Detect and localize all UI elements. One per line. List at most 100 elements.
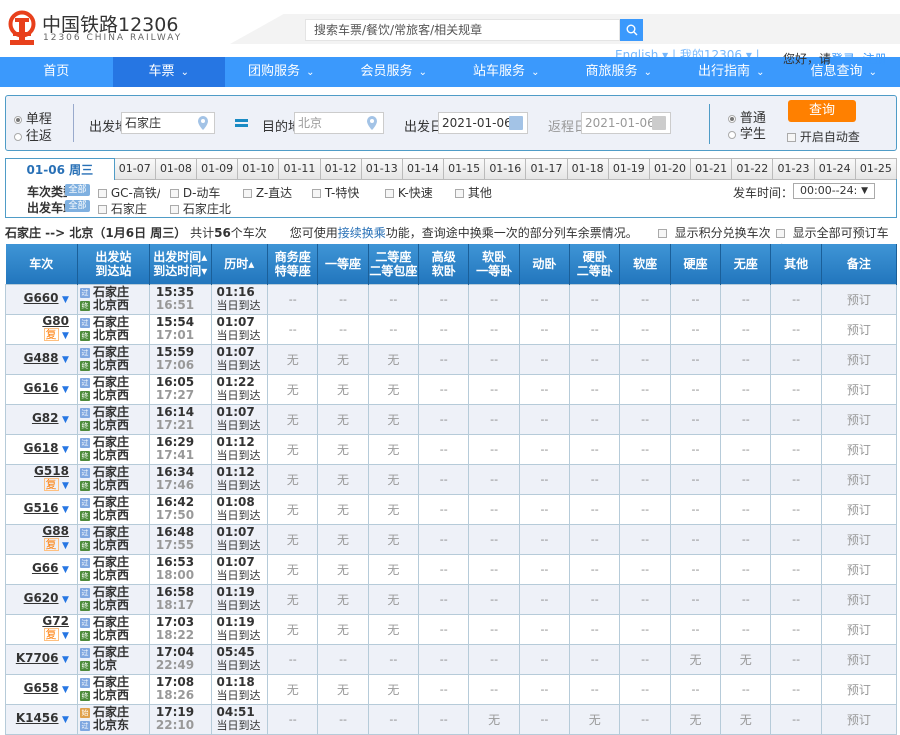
- expand-stops-icon[interactable]: ▼: [62, 355, 69, 365]
- nav-item-3[interactable]: 会员服务⌄: [338, 57, 451, 87]
- train-type-option[interactable]: GC-高铁/城际: [98, 184, 160, 201]
- book-button[interactable]: 预订: [847, 653, 871, 667]
- expand-stops-icon[interactable]: ▼: [62, 385, 69, 395]
- date-tab[interactable]: 01-12: [321, 158, 362, 180]
- book-button[interactable]: 预订: [847, 413, 871, 427]
- date-tab[interactable]: 01-08: [156, 158, 197, 180]
- book-button[interactable]: 预订: [847, 683, 871, 697]
- book-button[interactable]: 预订: [847, 623, 871, 637]
- date-tab[interactable]: 01-18: [568, 158, 609, 180]
- train-type-all-button[interactable]: 全部: [65, 184, 90, 196]
- date-tab[interactable]: 01-19: [609, 158, 650, 180]
- expand-stops-icon[interactable]: ▼: [62, 655, 69, 665]
- date-tab[interactable]: 01-07: [115, 158, 156, 180]
- station-option[interactable]: 石家庄: [98, 200, 147, 217]
- date-tab[interactable]: 01-23: [773, 158, 814, 180]
- train-number-link[interactable]: G80: [42, 314, 69, 328]
- register-link[interactable]: 注册: [863, 52, 887, 66]
- date-tab[interactable]: 01-10: [238, 158, 279, 180]
- search-button[interactable]: [620, 19, 643, 41]
- nav-item-6[interactable]: 出行指南⌄: [675, 57, 788, 87]
- show-all-checkbox[interactable]: [776, 229, 785, 238]
- to-station-input[interactable]: 北京: [294, 112, 384, 134]
- train-number-link[interactable]: G72: [42, 614, 69, 628]
- book-button[interactable]: 预订: [847, 353, 871, 367]
- expand-stops-icon[interactable]: ▼: [62, 565, 69, 575]
- nav-item-4[interactable]: 站车服务⌄: [450, 57, 563, 87]
- book-button[interactable]: 预订: [847, 533, 871, 547]
- railway-logo-icon[interactable]: [5, 10, 39, 46]
- train-type-checkbox[interactable]: [98, 189, 107, 198]
- train-number-link[interactable]: G618: [24, 441, 59, 455]
- train-number-link[interactable]: G66: [32, 561, 59, 575]
- train-type-checkbox[interactable]: [455, 189, 464, 198]
- station-checkbox[interactable]: [98, 205, 107, 214]
- book-button[interactable]: 预订: [847, 713, 871, 727]
- depart-time-select[interactable]: 00:00--24:00▼: [793, 183, 875, 199]
- train-number-link[interactable]: G88: [42, 524, 69, 538]
- radio-round[interactable]: [14, 133, 22, 141]
- train-type-checkbox[interactable]: [170, 189, 179, 198]
- date-tab[interactable]: 01-16: [485, 158, 526, 180]
- date-tab[interactable]: 01-15: [444, 158, 485, 180]
- train-number-link[interactable]: G620: [24, 591, 59, 605]
- nav-item-2[interactable]: 团购服务⌄: [225, 57, 338, 87]
- query-button[interactable]: 查询: [788, 100, 856, 122]
- swap-stations-icon[interactable]: [235, 118, 248, 128]
- site-search-input[interactable]: 搜索车票/餐饮/常旅客/相关规章: [305, 19, 620, 41]
- expand-stops-icon[interactable]: ▼: [62, 505, 69, 515]
- book-button[interactable]: 预订: [847, 293, 871, 307]
- date-tab-active[interactable]: 01-06 周三: [5, 158, 115, 180]
- show-points-checkbox[interactable]: [658, 229, 667, 238]
- column-header[interactable]: 出发时间▴到达时间▾: [149, 244, 211, 284]
- book-button[interactable]: 预订: [847, 473, 871, 487]
- train-number-link[interactable]: K1456: [16, 711, 59, 725]
- date-tab[interactable]: 01-24: [815, 158, 856, 180]
- expand-stops-icon[interactable]: ▼: [62, 631, 69, 641]
- show-points-option[interactable]: 显示积分兑换车次: [658, 224, 771, 241]
- date-tab[interactable]: 01-14: [403, 158, 444, 180]
- book-button[interactable]: 预订: [847, 383, 871, 397]
- expand-stops-icon[interactable]: ▼: [62, 415, 69, 425]
- train-number-link[interactable]: G82: [32, 411, 59, 425]
- expand-stops-icon[interactable]: ▼: [62, 331, 69, 341]
- expand-stops-icon[interactable]: ▼: [62, 481, 69, 491]
- train-number-link[interactable]: G518: [34, 464, 69, 478]
- train-type-checkbox[interactable]: [385, 189, 394, 198]
- station-option[interactable]: 石家庄北: [170, 200, 231, 217]
- expand-stops-icon[interactable]: ▼: [62, 715, 69, 725]
- login-link[interactable]: 登录: [831, 52, 855, 66]
- train-number-link[interactable]: K7706: [16, 651, 59, 665]
- nav-item-1[interactable]: 车票⌄: [113, 57, 226, 87]
- train-type-checkbox[interactable]: [243, 189, 252, 198]
- expand-stops-icon[interactable]: ▼: [62, 295, 69, 305]
- station-all-button[interactable]: 全部: [65, 200, 90, 212]
- transfer-link[interactable]: 接续换乘: [338, 226, 386, 240]
- radio-normal[interactable]: [728, 115, 736, 123]
- auto-query-checkbox[interactable]: [787, 133, 796, 142]
- date-tab[interactable]: 01-13: [362, 158, 403, 180]
- train-number-link[interactable]: G516: [24, 501, 59, 515]
- radio-single[interactable]: [14, 116, 22, 124]
- date-tab[interactable]: 01-21: [691, 158, 732, 180]
- radio-student[interactable]: [728, 131, 736, 139]
- trip-round-option[interactable]: 往返: [14, 125, 52, 144]
- book-button[interactable]: 预订: [847, 593, 871, 607]
- date-tab[interactable]: 01-17: [526, 158, 567, 180]
- depart-date-input[interactable]: 2021-01-06: [438, 112, 528, 134]
- from-station-input[interactable]: 石家庄: [121, 112, 215, 134]
- train-number-link[interactable]: G616: [24, 381, 59, 395]
- train-number-link[interactable]: G658: [24, 681, 59, 695]
- return-date-input[interactable]: 2021-01-06: [581, 112, 671, 134]
- nav-item-0[interactable]: 首页: [0, 57, 113, 87]
- nav-item-5[interactable]: 商旅服务⌄: [563, 57, 676, 87]
- train-type-option[interactable]: T-特快: [312, 184, 359, 201]
- column-header[interactable]: 历时▴: [211, 244, 268, 284]
- train-type-option[interactable]: 其他: [455, 184, 492, 201]
- passenger-student-option[interactable]: 学生: [728, 123, 766, 142]
- auto-query-option[interactable]: 开启自动查: [787, 128, 860, 145]
- expand-stops-icon[interactable]: ▼: [62, 595, 69, 605]
- train-type-option[interactable]: K-快速: [385, 184, 433, 201]
- date-tab[interactable]: 01-09: [197, 158, 238, 180]
- book-button[interactable]: 预订: [847, 563, 871, 577]
